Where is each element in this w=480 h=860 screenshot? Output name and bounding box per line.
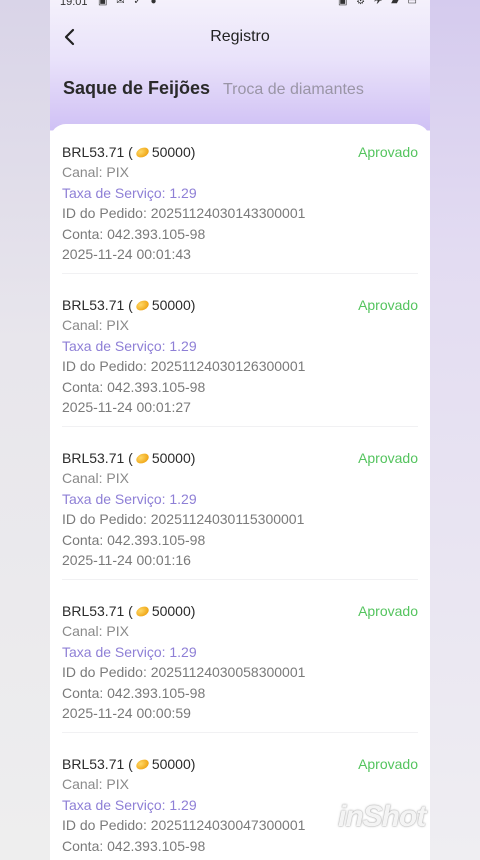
bean-icon <box>134 757 151 771</box>
account-text: Conta: 042.393.105-98 <box>62 379 206 395</box>
list-item[interactable]: BRL53.71 ( 50000) Aprovado Canal: PIX Ta… <box>50 124 430 274</box>
beans-value: 50000) <box>151 297 196 313</box>
watermark-logo: inShot <box>338 800 426 833</box>
service-fee-text: Taxa de Serviço: 1.29 <box>62 338 197 354</box>
account-text: Conta: 042.393.105-98 <box>62 532 206 548</box>
beans-value: 50000) <box>151 144 196 160</box>
service-fee-text: Taxa de Serviço: 1.29 <box>62 644 197 660</box>
account-text: Conta: 042.393.105-98 <box>62 685 206 701</box>
datetime-text: 2025-11-24 00:00:59 <box>62 705 191 721</box>
amount-line: BRL53.71 ( 50000) <box>62 603 195 619</box>
status-badge: Aprovado <box>358 603 418 619</box>
status-time: 19:01 <box>60 0 88 8</box>
list-item[interactable]: BRL53.71 ( 50000) Aprovado Canal: PIX Ta… <box>50 430 430 580</box>
list-item[interactable]: BRL53.71 ( 50000) Aprovado Canal: PIX Ta… <box>50 736 430 860</box>
amount-line: BRL53.71 ( 50000) <box>62 450 195 466</box>
datetime-text: 2025-11-24 00:01:43 <box>62 246 191 262</box>
list-item[interactable]: BRL53.71 ( 50000) Aprovado Canal: PIX Ta… <box>50 277 430 427</box>
beans-value: 50000) <box>151 756 196 772</box>
amount-value: BRL53.71 ( <box>62 450 133 466</box>
datetime-text: 2025-11-24 00:01:16 <box>62 552 191 568</box>
channel-text: Canal: PIX <box>62 164 129 180</box>
beans-value: 50000) <box>151 450 196 466</box>
header: Registro <box>50 22 430 54</box>
status-badge: Aprovado <box>358 756 418 772</box>
order-id-text: ID do Pedido: 20251124030047300001 <box>62 817 306 833</box>
service-fee-text: Taxa de Serviço: 1.29 <box>62 797 197 813</box>
order-id-text: ID do Pedido: 20251124030115300001 <box>62 511 305 527</box>
bean-icon <box>134 298 151 312</box>
background-right <box>430 0 480 860</box>
amount-value: BRL53.71 ( <box>62 144 133 160</box>
bean-icon <box>134 451 151 465</box>
status-badge: Aprovado <box>358 144 418 160</box>
order-id-text: ID do Pedido: 20251124030143300001 <box>62 205 306 221</box>
channel-text: Canal: PIX <box>62 317 129 333</box>
tab-bar: Saque de Feijões Troca de diamantes <box>50 78 430 108</box>
amount-line: BRL53.71 ( 50000) <box>62 297 195 313</box>
amount-line: BRL53.71 ( 50000) <box>62 756 195 772</box>
tab-saque-de-feijoes[interactable]: Saque de Feijões <box>63 78 210 99</box>
bean-icon <box>134 604 151 618</box>
list-item[interactable]: BRL53.71 ( 50000) Aprovado Canal: PIX Ta… <box>50 583 430 733</box>
amount-value: BRL53.71 ( <box>62 603 133 619</box>
background-left <box>0 0 50 860</box>
channel-text: Canal: PIX <box>62 776 129 792</box>
divider <box>62 579 418 580</box>
page-title: Registro <box>210 28 270 45</box>
divider <box>62 732 418 733</box>
phone-screen: 19:01 ▣ ✉ ✓ ● ▣ ⚙ ✈ ▰ ▭ Registro Saque d… <box>50 0 430 860</box>
divider <box>62 426 418 427</box>
amount-value: BRL53.71 ( <box>62 297 133 313</box>
status-badge: Aprovado <box>358 450 418 466</box>
datetime-text: 2025-11-24 00:01:27 <box>62 399 191 415</box>
beans-value: 50000) <box>151 603 196 619</box>
notification-icons: ▣ ✉ ✓ ● <box>98 0 160 7</box>
amount-line: BRL53.71 ( 50000) <box>62 144 195 160</box>
bean-icon <box>134 145 151 159</box>
channel-text: Canal: PIX <box>62 623 129 639</box>
service-fee-text: Taxa de Serviço: 1.29 <box>62 185 197 201</box>
amount-value: BRL53.71 ( <box>62 756 133 772</box>
channel-text: Canal: PIX <box>62 470 129 486</box>
system-icons: ▣ ⚙ ✈ ▰ ▭ <box>337 0 420 7</box>
account-text: Conta: 042.393.105-98 <box>62 838 206 854</box>
divider <box>62 273 418 274</box>
order-id-text: ID do Pedido: 20251124030058300001 <box>62 664 306 680</box>
tab-troca-de-diamantes[interactable]: Troca de diamantes <box>223 81 364 99</box>
status-badge: Aprovado <box>358 297 418 313</box>
account-text: Conta: 042.393.105-98 <box>62 226 206 242</box>
status-bar: 19:01 ▣ ✉ ✓ ● ▣ ⚙ ✈ ▰ ▭ <box>50 0 430 10</box>
order-id-text: ID do Pedido: 20251124030126300001 <box>62 358 306 374</box>
service-fee-text: Taxa de Serviço: 1.29 <box>62 491 197 507</box>
records-list: BRL53.71 ( 50000) Aprovado Canal: PIX Ta… <box>50 124 430 860</box>
